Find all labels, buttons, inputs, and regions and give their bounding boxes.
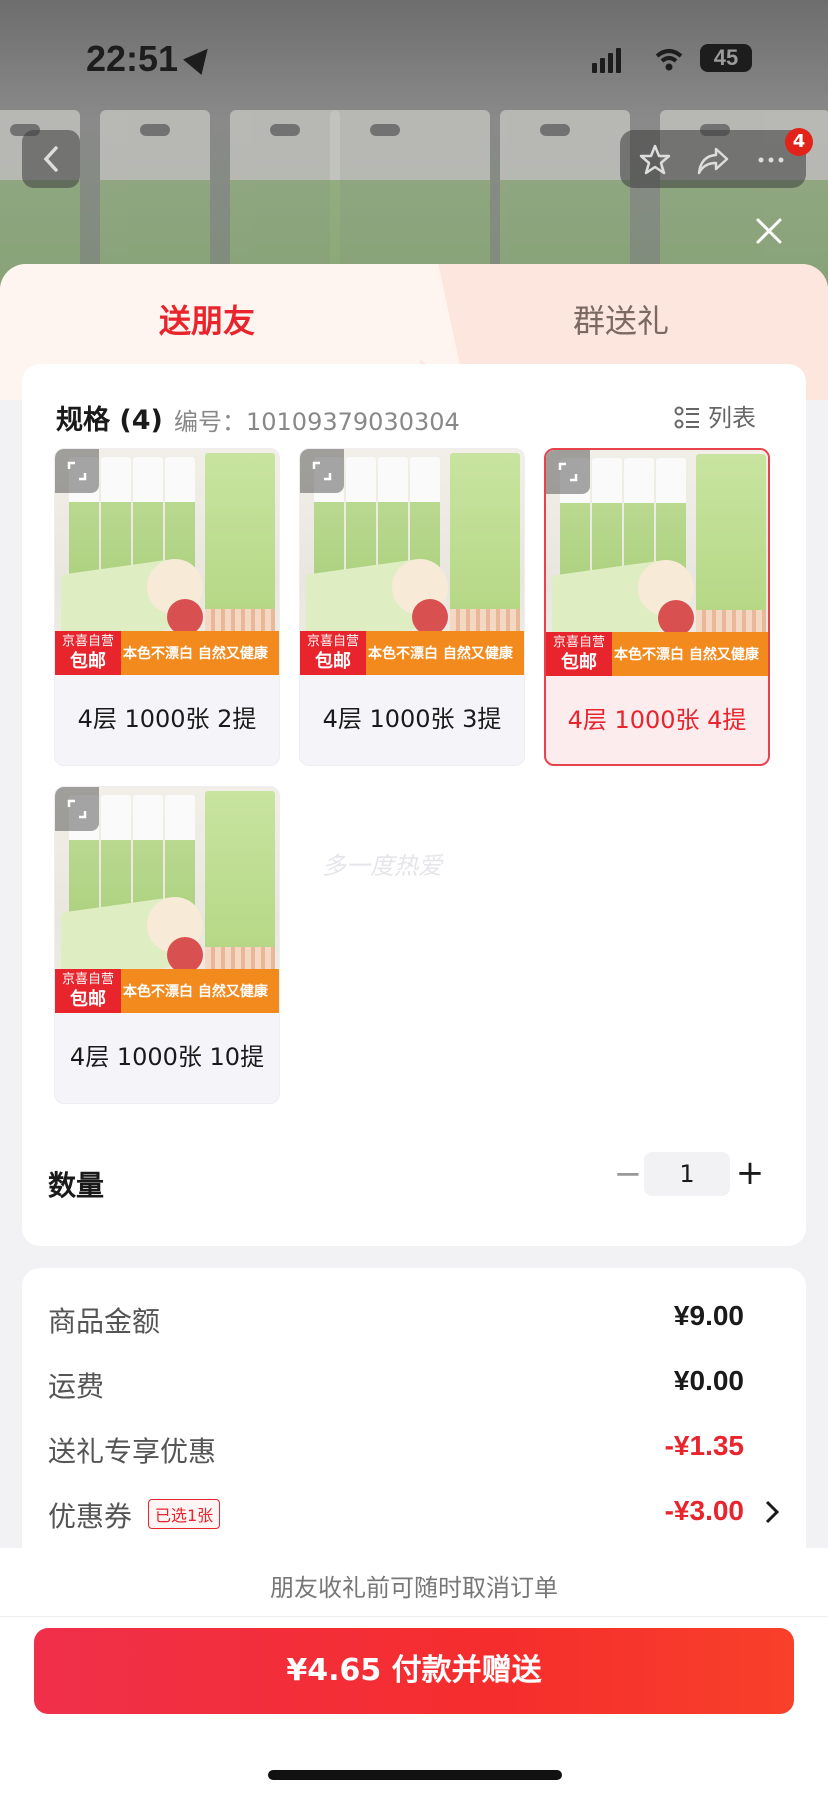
sku-option[interactable]: 京喜自营包邮 本色不漂白 自然又健康 4层 1000张 3提 <box>299 448 525 766</box>
price-row-value: ¥0.00 <box>673 1365 744 1396</box>
shipping-banner: 京喜自营包邮 本色不漂白 自然又健康 <box>55 631 279 675</box>
close-icon[interactable] <box>752 214 786 248</box>
price-row-goods: 商品金额 ¥9.00 <box>48 1300 768 1340</box>
chevron-right-icon <box>765 1500 780 1524</box>
expand-image-button[interactable] <box>300 449 344 493</box>
price-row-value: -¥3.00 <box>664 1495 744 1526</box>
sku-label: 4层 1000张 3提 <box>322 705 502 733</box>
price-row-label: 商品金额 <box>48 1305 161 1338</box>
back-button[interactable] <box>22 130 80 188</box>
sku-label: 4层 1000张 4提 <box>567 706 747 734</box>
pay-and-gift-button[interactable]: ¥4.65 付款并赠送 <box>34 1628 794 1714</box>
sku-thumbnail: 京喜自营包邮 本色不漂白 自然又健康 <box>300 449 524 675</box>
sku-option[interactable]: 京喜自营包邮 本色不漂白 自然又健康 4层 1000张 2提 <box>54 448 280 766</box>
expand-image-button[interactable] <box>55 449 99 493</box>
cancel-order-note: 朋友收礼前可随时取消订单 <box>270 1574 558 1602</box>
ship-slogan: 本色不漂白 自然又健康 <box>123 646 268 662</box>
shipping-banner: 京喜自营包邮 本色不漂白 自然又健康 <box>300 631 524 675</box>
ship-slogan: 本色不漂白 自然又健康 <box>123 984 268 1000</box>
price-summary-card: 商品金额 ¥9.00 运费 ¥0.00 送礼专享优惠 -¥1.35 优惠券 已选… <box>22 1268 806 1588</box>
ship-tag-line1: 京喜自营 <box>552 635 605 650</box>
quantity-label: 数量 <box>48 1169 105 1202</box>
ship-tag-line1: 京喜自营 <box>306 634 359 649</box>
list-icon <box>674 406 699 429</box>
status-time: 22:51 <box>86 38 179 79</box>
ship-tag-line1: 京喜自营 <box>61 972 114 987</box>
quantity-decrease-button[interactable]: − <box>608 1154 648 1194</box>
sku-label: 4层 1000张 10提 <box>69 1043 265 1071</box>
list-view-toggle[interactable]: 列表 <box>674 398 756 433</box>
spec-card: 规格 (4) 编号：10109379030304 列表 京喜自营 包邮 本色不漂白… <box>22 364 806 1246</box>
price-row-coupon[interactable]: 优惠券 已选1张 -¥3.00 <box>48 1495 780 1535</box>
sku-option[interactable]: 京喜自营包邮 本色不漂白 自然又健康 4层 1000张 10提 <box>54 786 280 1104</box>
ship-tag-line2: 包邮 <box>70 651 106 672</box>
ship-slogan: 本色不漂白 自然又健康 <box>368 646 513 662</box>
sku-thumbnail: 京喜自营包邮 本色不漂白 自然又健康 <box>55 449 279 675</box>
expand-icon <box>558 462 578 482</box>
spec-title: 规格 (4) <box>56 405 163 436</box>
nav-actions <box>620 130 806 188</box>
wifi-icon <box>655 49 683 71</box>
battery-indicator: 45 <box>700 44 752 72</box>
list-toggle-label: 列表 <box>708 404 756 432</box>
more-icon[interactable] <box>754 143 788 177</box>
sku-thumbnail: 京喜自营包邮 本色不漂白 自然又健康 <box>546 450 768 676</box>
star-icon[interactable] <box>638 143 672 177</box>
sku-label: 4层 1000张 2提 <box>77 705 257 733</box>
tab-group-gift[interactable]: 群送礼 <box>414 296 828 342</box>
coupon-selected-tag: 已选1张 <box>148 1499 221 1529</box>
ship-tag-line2: 包邮 <box>70 989 106 1010</box>
expand-image-button[interactable] <box>546 450 590 494</box>
sku-option-selected[interactable]: 京喜自营包邮 本色不漂白 自然又健康 4层 1000张 4提 <box>544 448 770 766</box>
shipping-banner: 京喜自营包邮 本色不漂白 自然又健康 <box>55 969 279 1013</box>
tab-send-friend[interactable]: 送朋友 <box>0 296 414 342</box>
price-row-label: 优惠券 <box>48 1500 133 1533</box>
product-code: 编号：10109379030304 <box>174 408 460 436</box>
price-row-shipping: 运费 ¥0.00 <box>48 1365 768 1405</box>
expand-image-button[interactable] <box>55 787 99 831</box>
quantity-increase-button[interactable]: + <box>728 1152 772 1196</box>
expand-icon <box>312 461 332 481</box>
watermark: 多一度热爱 <box>322 852 442 880</box>
share-icon[interactable] <box>696 143 730 177</box>
divider <box>0 1616 828 1617</box>
price-row-label: 送礼专享优惠 <box>48 1435 217 1468</box>
price-row-label: 运费 <box>48 1370 105 1403</box>
cellular-signal-icon <box>592 48 624 73</box>
ship-slogan: 本色不漂白 自然又健康 <box>614 647 759 663</box>
message-count-badge: 4 <box>785 128 813 156</box>
sku-thumbnail: 京喜自营包邮 本色不漂白 自然又健康 <box>55 787 279 1013</box>
ship-tag-line2: 包邮 <box>315 651 351 672</box>
home-indicator <box>268 1770 562 1780</box>
ship-tag-line1: 京喜自营 <box>61 634 114 649</box>
footer-bar: 朋友收礼前可随时取消订单 ¥4.65 付款并赠送 <box>0 1548 828 1796</box>
price-row-value: ¥9.00 <box>673 1300 744 1331</box>
shipping-banner: 京喜自营包邮 本色不漂白 自然又健康 <box>546 632 768 676</box>
expand-icon <box>67 799 87 819</box>
quantity-input[interactable]: 1 <box>644 1152 730 1196</box>
expand-icon <box>67 461 87 481</box>
price-row-value: -¥1.35 <box>664 1430 744 1461</box>
ship-tag-line2: 包邮 <box>561 652 597 673</box>
back-icon <box>43 146 58 172</box>
price-row-gift-discount: 送礼专享优惠 -¥1.35 <box>48 1430 768 1470</box>
